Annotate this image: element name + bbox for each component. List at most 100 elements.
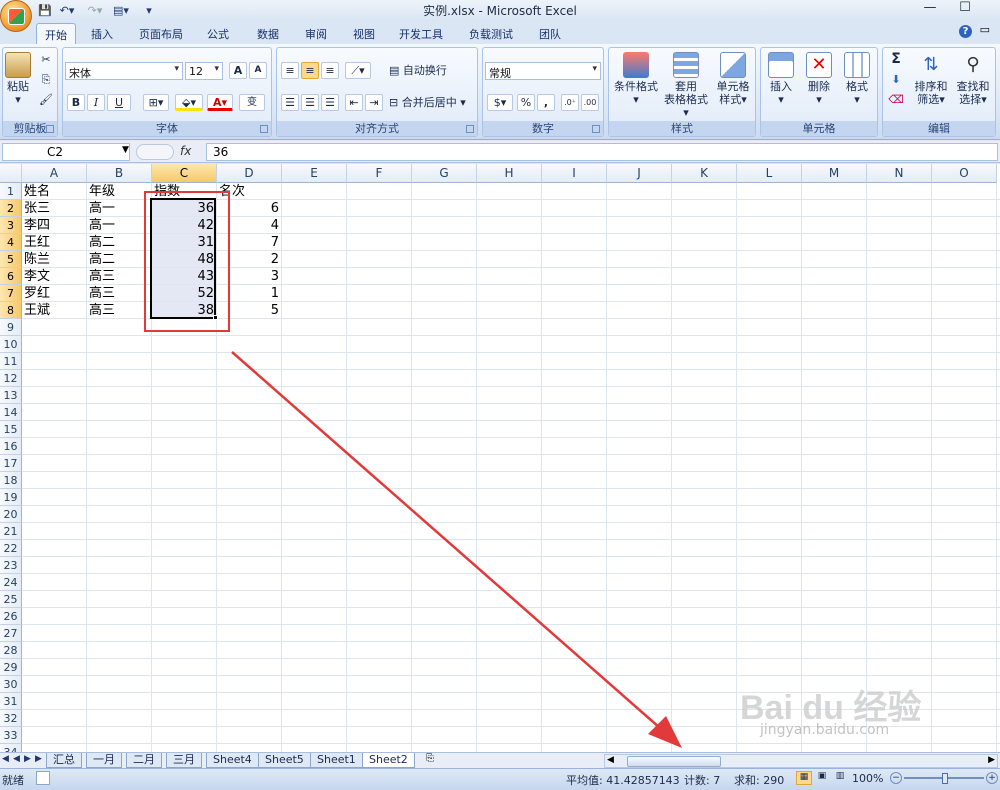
cell-a8[interactable]: 王斌: [23, 302, 86, 319]
row-header-2[interactable]: 2: [0, 200, 22, 217]
row-header-17[interactable]: 17: [0, 455, 22, 472]
shrink-font-button[interactable]: A: [249, 62, 267, 79]
tab-review[interactable]: 审阅: [296, 23, 336, 44]
grow-font-button[interactable]: A: [229, 62, 247, 79]
name-box-dropdown-icon[interactable]: ▼: [122, 145, 129, 155]
font-name-select[interactable]: 宋体: [65, 62, 183, 80]
column-header-k[interactable]: K: [672, 164, 737, 183]
align-bottom-icon[interactable]: ≡: [321, 62, 339, 79]
row-header-4[interactable]: 4: [0, 234, 22, 251]
tab-team[interactable]: 团队: [530, 23, 570, 44]
font-color-icon[interactable]: A▾: [207, 94, 233, 111]
row-header-29[interactable]: 29: [0, 659, 22, 676]
alignment-launcher-icon[interactable]: [466, 125, 474, 133]
zoom-slider-thumb[interactable]: [942, 773, 948, 784]
row-header-30[interactable]: 30: [0, 676, 22, 693]
column-header-o[interactable]: O: [932, 164, 997, 183]
sheet-tab-sheet1[interactable]: Sheet1: [310, 753, 363, 768]
align-right-icon[interactable]: ☰: [321, 94, 339, 111]
formula-bar-splitter[interactable]: [136, 144, 174, 160]
cell-b1[interactable]: 年级: [88, 183, 151, 200]
borders-icon[interactable]: ⊞▾: [143, 94, 169, 111]
zoom-out-icon[interactable]: −: [890, 772, 902, 784]
fill-color-icon[interactable]: ⬙▾: [175, 94, 203, 111]
increase-indent-icon[interactable]: ⇥: [365, 94, 383, 111]
formula-input[interactable]: 36: [206, 143, 998, 161]
format-painter-icon[interactable]: 🖌: [37, 92, 55, 109]
italic-button[interactable]: I: [87, 94, 105, 111]
column-header-h[interactable]: H: [477, 164, 542, 183]
orientation-icon[interactable]: ⟋▾: [345, 62, 371, 79]
row-header-24[interactable]: 24: [0, 574, 22, 591]
row-header-11[interactable]: 11: [0, 353, 22, 370]
column-header-d[interactable]: D: [217, 164, 282, 183]
insert-sheet-icon[interactable]: ⎘: [422, 753, 438, 768]
scroll-right-icon[interactable]: ▶: [988, 755, 995, 765]
zoom-in-icon[interactable]: +: [986, 772, 998, 784]
row-header-26[interactable]: 26: [0, 608, 22, 625]
cell-a5[interactable]: 陈兰: [23, 251, 86, 268]
row-header-34[interactable]: 34: [0, 744, 22, 752]
row-header-32[interactable]: 32: [0, 710, 22, 727]
cell-styles-button[interactable]: 单元格 样式▾: [711, 52, 755, 106]
cell-b4[interactable]: 高二: [88, 234, 151, 251]
prev-sheet-icon[interactable]: ◀: [11, 754, 22, 767]
column-header-c[interactable]: C: [152, 164, 217, 183]
row-header-3[interactable]: 3: [0, 217, 22, 234]
cell-b5[interactable]: 高二: [88, 251, 151, 268]
normal-view-icon[interactable]: ▦: [796, 771, 812, 785]
row-header-22[interactable]: 22: [0, 540, 22, 557]
column-header-f[interactable]: F: [347, 164, 412, 183]
column-header-j[interactable]: J: [607, 164, 672, 183]
increase-decimal-icon[interactable]: .0⁺: [561, 94, 579, 111]
tab-load-test[interactable]: 负载测试: [462, 23, 520, 44]
tab-insert[interactable]: 插入: [82, 23, 122, 44]
horizontal-scrollbar[interactable]: ◀ ▶: [604, 754, 998, 768]
cell-a7[interactable]: 罗红: [23, 285, 86, 302]
column-header-m[interactable]: M: [802, 164, 867, 183]
row-header-31[interactable]: 31: [0, 693, 22, 710]
conditional-format-button[interactable]: 条件格式 ▾: [611, 52, 661, 106]
cell-a6[interactable]: 李文: [23, 268, 86, 285]
help-icon[interactable]: ?: [959, 25, 972, 38]
row-header-33[interactable]: 33: [0, 727, 22, 744]
number-format-select[interactable]: 常规: [485, 62, 601, 80]
sheet-tab-sheet5[interactable]: Sheet5: [258, 753, 311, 768]
cell-a2[interactable]: 张三: [23, 200, 86, 217]
row-header-28[interactable]: 28: [0, 642, 22, 659]
sheet-tab-三月[interactable]: 三月: [166, 753, 202, 768]
cell-a4[interactable]: 王红: [23, 234, 86, 251]
fill-icon[interactable]: ⬇: [887, 72, 905, 89]
tab-page-layout[interactable]: 页面布局: [132, 23, 190, 44]
font-launcher-icon[interactable]: [260, 125, 268, 133]
row-header-13[interactable]: 13: [0, 387, 22, 404]
cell-b6[interactable]: 高三: [88, 268, 151, 285]
row-header-5[interactable]: 5: [0, 251, 22, 268]
merge-center-button[interactable]: ⊟ 合并后居中 ▾: [389, 96, 477, 109]
cell-b3[interactable]: 高一: [88, 217, 151, 234]
page-break-view-icon[interactable]: ▥: [832, 771, 848, 785]
row-header-8[interactable]: 8: [0, 302, 22, 319]
delete-cells-button[interactable]: ✕ 删除 ▾: [801, 52, 837, 106]
align-center-icon[interactable]: ☰: [301, 94, 319, 111]
office-button[interactable]: [0, 0, 32, 32]
phonetic-button[interactable]: 变: [239, 94, 265, 111]
cell-b7[interactable]: 高三: [88, 285, 151, 302]
last-sheet-icon[interactable]: ▶: [33, 754, 44, 767]
column-header-a[interactable]: A: [22, 164, 87, 183]
ribbon-minimize-icon[interactable]: ▭: [980, 23, 990, 36]
paste-button[interactable]: 粘贴 ▾: [5, 52, 31, 106]
row-header-15[interactable]: 15: [0, 421, 22, 438]
accounting-format-icon[interactable]: $▾: [487, 94, 513, 111]
wrap-text-button[interactable]: ▤ 自动换行: [389, 64, 473, 77]
clipboard-launcher-icon[interactable]: [46, 125, 54, 133]
row-header-19[interactable]: 19: [0, 489, 22, 506]
row-header-18[interactable]: 18: [0, 472, 22, 489]
column-header-e[interactable]: E: [282, 164, 347, 183]
macro-record-icon[interactable]: [36, 771, 50, 785]
percent-button[interactable]: %: [517, 94, 535, 111]
row-header-6[interactable]: 6: [0, 268, 22, 285]
sheet-tab-sheet4[interactable]: Sheet4: [206, 753, 259, 768]
comma-button[interactable]: ,: [537, 94, 555, 111]
row-header-25[interactable]: 25: [0, 591, 22, 608]
